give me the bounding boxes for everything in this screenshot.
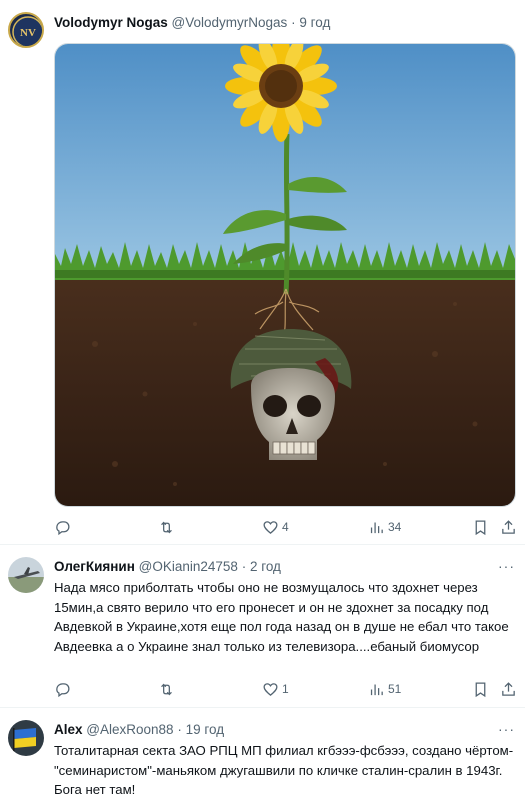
repost-icon (161, 521, 172, 533)
avatar[interactable] (8, 557, 44, 593)
author-handle[interactable]: @OKianin24758 (139, 559, 238, 574)
repost-icon (161, 683, 172, 695)
share-icon (502, 681, 515, 696)
share-button[interactable] (500, 517, 517, 537)
author-name[interactable]: Alex (54, 722, 83, 737)
post-image (55, 44, 515, 506)
timestamp[interactable]: 9 год (299, 15, 330, 30)
views-icon (370, 522, 383, 533)
separator: · (241, 559, 247, 574)
views-icon (370, 684, 383, 695)
repost-button[interactable] (158, 679, 178, 699)
reply-button[interactable] (54, 679, 74, 699)
timestamp[interactable]: 19 год (186, 722, 224, 737)
avatar[interactable] (8, 720, 44, 756)
author-name[interactable]: ОлегКиянин (54, 559, 135, 574)
heart-icon (263, 682, 278, 696)
post-1[interactable]: NV Volodymyr Nogas @VolodymyrNogas · 9 г… (0, 0, 525, 545)
bookmark-icon (475, 519, 486, 535)
reply-button[interactable] (54, 517, 74, 537)
post-header: Alex @AlexRoon88 · 19 год (54, 721, 224, 739)
separator: · (291, 15, 296, 30)
views-button[interactable]: 51 (368, 679, 401, 699)
heart-icon (263, 520, 278, 534)
avatar[interactable]: NV (8, 12, 44, 48)
post-text: Нада мясо приболтать чтобы оно не возмущ… (54, 580, 509, 654)
nv-logo-icon: NV (12, 16, 42, 46)
like-count: 4 (282, 520, 289, 534)
share-button[interactable] (500, 679, 517, 699)
share-icon (502, 519, 515, 534)
views-count: 51 (388, 682, 402, 696)
views-button[interactable]: 34 (368, 517, 401, 537)
post-header: Volodymyr Nogas @VolodymyrNogas · 9 год (54, 14, 330, 32)
bookmark-button[interactable] (472, 679, 489, 699)
timestamp[interactable]: 2 год (250, 559, 281, 574)
views-count: 34 (388, 520, 402, 534)
like-button[interactable]: 4 (262, 517, 289, 537)
post-header: ОлегКиянин @OKianin24758 · 2 год (54, 558, 281, 576)
reply-icon (56, 682, 70, 697)
more-options-button[interactable]: ··· (498, 721, 515, 737)
avatar-flag-image (8, 720, 44, 756)
author-handle[interactable]: @VolodymyrNogas (172, 15, 288, 30)
separator: · (177, 722, 182, 737)
like-button[interactable]: 1 (262, 679, 289, 699)
author-name[interactable]: Volodymyr Nogas (54, 15, 168, 30)
like-count: 1 (282, 682, 289, 696)
author-handle[interactable]: @AlexRoon88 (86, 722, 173, 737)
bookmark-icon (475, 681, 486, 697)
avatar-aircraft-image (8, 557, 44, 593)
avatar-initials: NV (20, 27, 36, 39)
post-text: Тоталитарная секта ЗАО РПЦ МП филиал кгб… (54, 743, 514, 798)
post-image-sunflower-skull[interactable] (54, 43, 516, 507)
reply-icon (56, 520, 70, 535)
bookmark-button[interactable] (472, 517, 489, 537)
post-2[interactable]: ОлегКиянин @OKianin24758 · 2 год ··· Над… (0, 545, 525, 708)
post-actions: 4 34 (54, 517, 516, 537)
post-3[interactable]: Alex @AlexRoon88 · 19 год ··· Тоталитарн… (0, 708, 525, 803)
post-actions: 1 51 (54, 679, 516, 699)
more-options-button[interactable]: ··· (498, 558, 515, 574)
repost-button[interactable] (158, 517, 178, 537)
